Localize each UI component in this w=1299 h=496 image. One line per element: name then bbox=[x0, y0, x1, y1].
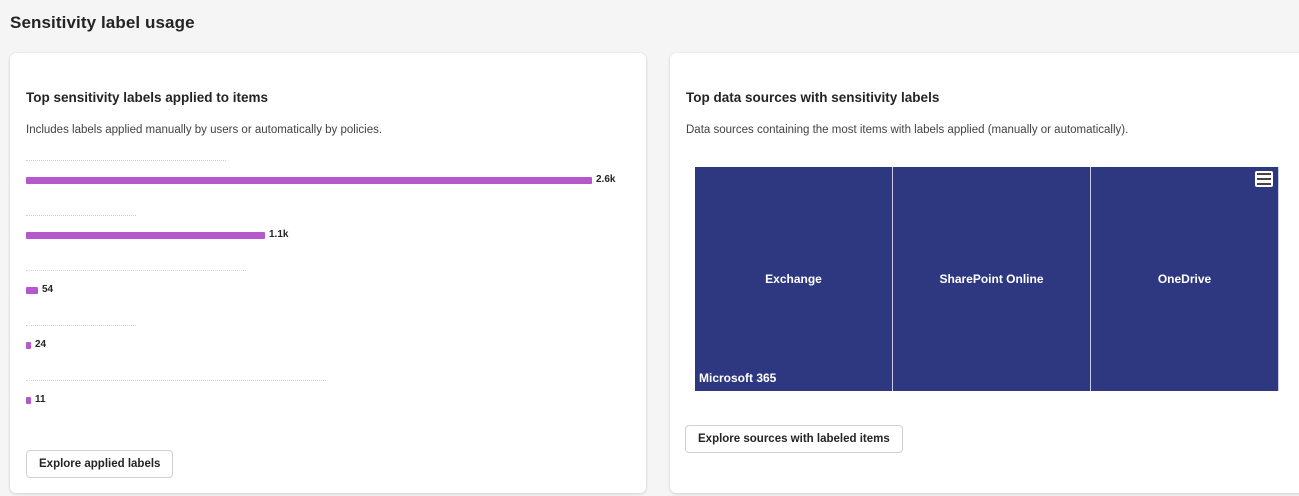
bar-fill[interactable] bbox=[26, 342, 31, 349]
bar-value: 24 bbox=[35, 339, 47, 350]
bar-label-redacted bbox=[26, 215, 136, 226]
treemap-tile-onedrive[interactable]: OneDrive bbox=[1091, 167, 1279, 391]
bar-row[interactable]: 1.1k bbox=[26, 215, 646, 245]
bar-row[interactable]: 54 bbox=[26, 270, 646, 300]
hamburger-menu-icon[interactable] bbox=[1255, 171, 1273, 187]
bar-fill[interactable] bbox=[26, 177, 592, 184]
top-sources-description: Data sources containing the most items w… bbox=[686, 124, 1129, 136]
bar-fill[interactable] bbox=[26, 397, 31, 404]
bar-label-redacted bbox=[26, 160, 226, 171]
bar-label-redacted bbox=[26, 270, 246, 281]
top-labels-description: Includes labels applied manually by user… bbox=[26, 124, 383, 136]
treemap-tile-label: SharePoint Online bbox=[939, 272, 1044, 286]
bar-row[interactable]: 11 bbox=[26, 380, 646, 410]
page-title: Sensitivity label usage bbox=[10, 13, 195, 32]
treemap-tile-label: OneDrive bbox=[1157, 272, 1212, 286]
treemap-tile-exchange[interactable]: Exchange bbox=[695, 167, 893, 391]
top-labels-title: Top sensitivity labels applied to items bbox=[26, 90, 269, 105]
data-sources-treemap: Exchange SharePoint Online OneDrive Micr… bbox=[695, 167, 1279, 391]
bar-fill[interactable] bbox=[26, 287, 38, 294]
bar-label-redacted bbox=[26, 380, 326, 391]
top-labels-card: Top sensitivity labels applied to items … bbox=[10, 53, 646, 493]
bar-row[interactable]: 24 bbox=[26, 325, 646, 355]
treemap-group-label: Microsoft 365 bbox=[699, 371, 777, 385]
treemap-tile-label: Exchange bbox=[765, 272, 822, 286]
top-sources-title: Top data sources with sensitivity labels bbox=[686, 90, 940, 105]
bar-value: 2.6k bbox=[596, 174, 616, 185]
top-sources-card: Top data sources with sensitivity labels… bbox=[670, 53, 1299, 493]
bar-value: 11 bbox=[35, 394, 46, 405]
bar-value: 54 bbox=[42, 284, 54, 295]
bar-value: 1.1k bbox=[269, 229, 289, 240]
bar-label-redacted bbox=[26, 325, 136, 336]
explore-sources-button[interactable]: Explore sources with labeled items bbox=[685, 425, 903, 453]
treemap-tile-sharepoint-online[interactable]: SharePoint Online bbox=[893, 167, 1091, 391]
bar-row[interactable]: 2.6k bbox=[26, 160, 646, 190]
explore-applied-labels-button[interactable]: Explore applied labels bbox=[26, 450, 174, 478]
bar-fill[interactable] bbox=[26, 232, 265, 239]
